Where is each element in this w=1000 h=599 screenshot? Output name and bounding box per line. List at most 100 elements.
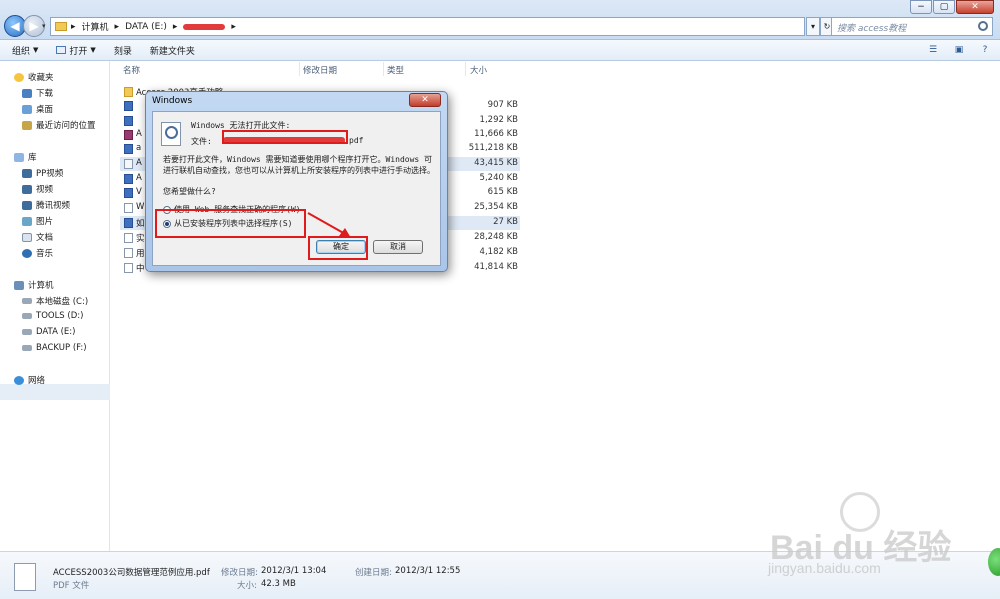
- search-input[interactable]: 搜索 access教程: [831, 17, 993, 36]
- nav-favorites[interactable]: 收藏夹: [14, 71, 54, 83]
- burn-button[interactable]: 刻录: [114, 44, 132, 57]
- address-bar[interactable]: ▸ 计算机 ▸ DATA (E:) ▸ ▸: [50, 17, 805, 36]
- address-separator[interactable]: ▸: [173, 22, 178, 32]
- maximize-button[interactable]: ▢: [933, 0, 955, 14]
- recent-pages-dropdown[interactable]: ▾: [42, 22, 46, 30]
- pdf-file-icon: [124, 159, 133, 169]
- column-header-name[interactable]: 名称: [123, 64, 140, 76]
- nav-label: BACKUP (F:): [36, 343, 87, 353]
- title-bar: − ▢ ✕ ◀ ▶ ▾ ▸ 计算机 ▸ DATA (E:) ▸ ▸ ▾ ↻ 搜索…: [0, 0, 1000, 40]
- file-size: 5,240 KB: [479, 173, 518, 183]
- word-file-icon: [124, 174, 133, 184]
- breadcrumb-computer[interactable]: 计算机: [82, 20, 109, 33]
- nav-pictures[interactable]: 图片: [22, 215, 53, 227]
- column-divider[interactable]: [299, 62, 300, 76]
- file-size: 28,248 KB: [474, 232, 518, 242]
- nav-drive-d[interactable]: TOOLS (D:): [22, 311, 83, 321]
- computer-icon: [14, 280, 24, 290]
- file-size: 4,182 KB: [479, 247, 518, 257]
- details-size-label: 大小:: [237, 581, 257, 591]
- nav-label: PP视频: [36, 169, 64, 179]
- recent-places-icon: [22, 120, 32, 130]
- word-file-icon: [124, 116, 133, 126]
- address-separator[interactable]: ▸: [231, 22, 236, 32]
- file-name: A: [136, 158, 142, 168]
- nav-network[interactable]: 网络: [14, 374, 45, 386]
- new-folder-button[interactable]: 新建文件夹: [150, 44, 195, 57]
- file-name: 如: [136, 219, 145, 229]
- video-icon: [22, 168, 32, 178]
- nav-downloads[interactable]: 下载: [22, 87, 53, 99]
- redacted-folder-name[interactable]: [183, 23, 226, 30]
- watermark-url: jingyan.baidu.com: [768, 560, 881, 576]
- drive-icon: [22, 313, 32, 319]
- nav-computer[interactable]: 计算机: [14, 279, 54, 291]
- help-icon[interactable]: ?: [978, 44, 992, 56]
- nav-label: 音乐: [36, 249, 54, 259]
- breadcrumb-data-drive[interactable]: DATA (E:): [125, 22, 167, 32]
- column-divider[interactable]: [465, 62, 466, 76]
- address-buttons: ▾ ↻: [806, 17, 834, 36]
- address-separator[interactable]: ▸: [115, 22, 120, 32]
- nav-documents[interactable]: 文档: [22, 231, 53, 243]
- close-button[interactable]: ✕: [956, 0, 994, 14]
- address-separator[interactable]: ▸: [71, 22, 76, 32]
- preview-pane-icon[interactable]: ▣: [952, 44, 966, 56]
- search-placeholder: 搜索 access教程: [837, 24, 907, 34]
- column-header-type[interactable]: 类型: [387, 64, 404, 76]
- search-icon[interactable]: [978, 21, 988, 31]
- minimize-button[interactable]: −: [910, 0, 932, 14]
- nav-label: 网络: [28, 376, 46, 386]
- folder-icon: [124, 87, 133, 97]
- nav-recent[interactable]: 最近访问的位置: [22, 119, 96, 131]
- annotation-box-option: [155, 209, 306, 238]
- nav-label: 桌面: [36, 105, 54, 115]
- view-options-icon[interactable]: ☰: [926, 44, 940, 56]
- file-size: 41,814 KB: [474, 262, 518, 272]
- details-modified-label: 修改日期:: [221, 568, 258, 578]
- drive-icon: [22, 329, 32, 335]
- nav-desktop[interactable]: 桌面: [22, 103, 53, 115]
- open-button[interactable]: 打开 ▼: [56, 44, 96, 57]
- drive-icon: [22, 298, 32, 304]
- document-icon: [22, 232, 32, 242]
- download-icon: [22, 88, 32, 98]
- file-name: A: [136, 129, 142, 139]
- nav-libraries[interactable]: 库: [14, 151, 37, 163]
- nav-pp-video[interactable]: PP视频: [22, 167, 63, 179]
- nav-drive-e[interactable]: DATA (E:): [22, 327, 75, 337]
- nav-label: 下载: [36, 89, 54, 99]
- window-controls: − ▢ ✕: [909, 0, 994, 14]
- file-name: 中: [136, 264, 145, 274]
- file-icon: [124, 144, 133, 154]
- nav-label: 库: [28, 153, 37, 163]
- nav-label: 腾讯视频: [36, 201, 71, 211]
- file-extension: pdf: [349, 136, 364, 145]
- column-divider[interactable]: [383, 62, 384, 76]
- word-file-icon: [124, 101, 133, 111]
- file-icon: [124, 233, 133, 243]
- file-label: 文件:: [191, 137, 212, 146]
- file-icon: [124, 203, 133, 213]
- column-header-modified[interactable]: 修改日期: [303, 64, 337, 76]
- nav-tencent-video[interactable]: 腾讯视频: [22, 199, 70, 211]
- organize-button[interactable]: 组织 ▼: [12, 44, 38, 57]
- details-filename: ACCESS2003公司数据管理范例应用.pdf: [53, 568, 210, 578]
- file-size: 11,666 KB: [474, 129, 518, 139]
- nav-label: 收藏夹: [28, 73, 54, 83]
- column-header-size[interactable]: 大小: [470, 64, 487, 76]
- cancel-button[interactable]: 取消: [373, 240, 423, 254]
- nav-drive-c[interactable]: 本地磁盘 (C:): [22, 295, 88, 307]
- nav-videos[interactable]: 视频: [22, 183, 53, 195]
- magnifier-file-icon: [161, 122, 181, 146]
- nav-music[interactable]: 音乐: [22, 247, 53, 259]
- address-dropdown-button[interactable]: ▾: [806, 17, 820, 36]
- music-icon: [22, 248, 32, 258]
- nav-label: 计算机: [28, 281, 54, 291]
- file-name: A: [136, 173, 142, 183]
- nav-selection-highlight: [0, 384, 110, 400]
- dialog-close-button[interactable]: ✕: [409, 93, 441, 107]
- nav-drive-f[interactable]: BACKUP (F:): [22, 343, 87, 353]
- library-icon: [14, 152, 24, 162]
- desktop-icon: [22, 104, 32, 114]
